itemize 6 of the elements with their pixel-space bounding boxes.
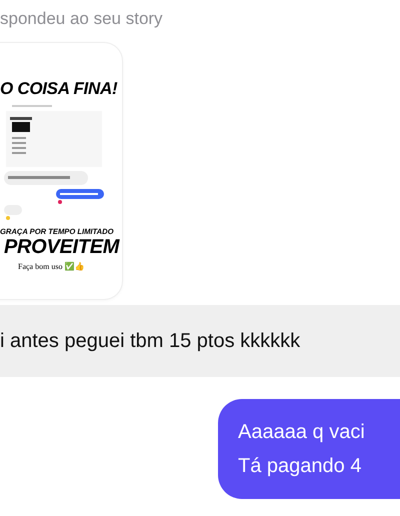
- story-caption: Faça bom uso ✅👍: [18, 262, 84, 271]
- sent-message-bubble: Aaaaaa q vaci Tá pagando 4: [218, 399, 400, 499]
- story-headline: O COISA FINA!: [0, 79, 118, 99]
- story-big-word: PROVEITEM: [4, 236, 120, 258]
- received-message-bubble: i antes peguei tbm 15 ptos kkkkkk: [0, 305, 400, 377]
- story-reply-notice: spondeu ao seu story: [0, 9, 163, 29]
